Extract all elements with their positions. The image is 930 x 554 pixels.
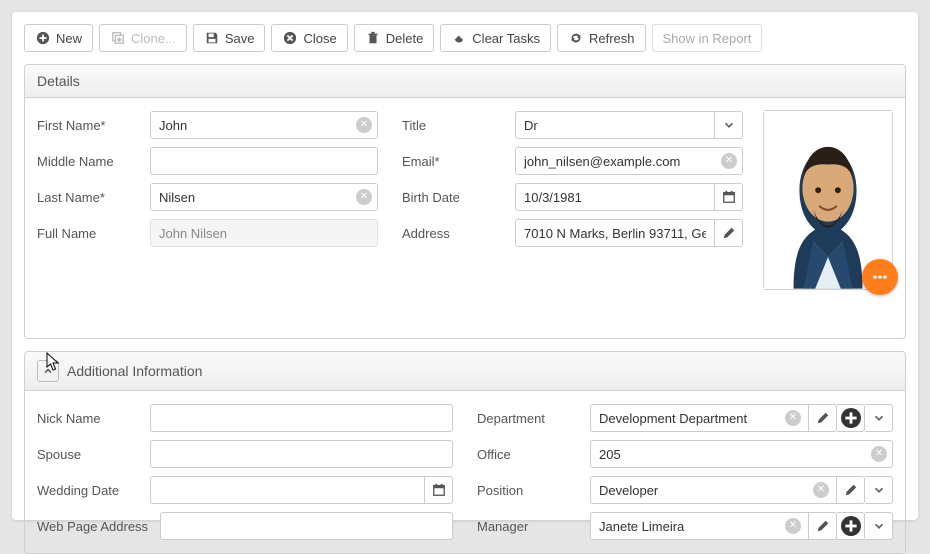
- nick-name-input[interactable]: [150, 404, 453, 432]
- eraser-icon: [451, 30, 467, 46]
- additional-info-title: Additional Information: [67, 363, 202, 379]
- clone-button[interactable]: Clone...: [99, 24, 187, 52]
- manager-dropdown-icon[interactable]: [865, 512, 893, 540]
- manager-edit-icon[interactable]: [809, 512, 837, 540]
- birth-date-label: Birth Date: [402, 190, 507, 205]
- first-name-label: First Name*: [37, 118, 142, 133]
- middle-name-label: Middle Name: [37, 154, 142, 169]
- clone-label: Clone...: [131, 31, 176, 46]
- details-panel: Details First Name* ✕ Mid: [24, 64, 906, 339]
- contact-photo: [763, 110, 893, 290]
- title-input[interactable]: [515, 111, 715, 139]
- last-name-input[interactable]: [150, 183, 378, 211]
- title-dropdown-icon[interactable]: [715, 111, 743, 139]
- ellipsis-icon: [871, 268, 889, 286]
- clear-first-name-icon[interactable]: ✕: [356, 117, 372, 133]
- details-title: Details: [37, 73, 80, 89]
- full-name-label: Full Name: [37, 226, 142, 241]
- save-button[interactable]: Save: [193, 24, 266, 52]
- web-page-label: Web Page Address: [37, 519, 152, 534]
- department-dropdown-icon[interactable]: [865, 404, 893, 432]
- address-edit-icon[interactable]: [715, 219, 743, 247]
- trash-icon: [365, 30, 381, 46]
- nick-name-label: Nick Name: [37, 411, 142, 426]
- toolbar: New Clone... Save Close: [24, 24, 906, 52]
- new-button[interactable]: New: [24, 24, 93, 52]
- refresh-label: Refresh: [589, 31, 635, 46]
- department-label: Department: [477, 411, 582, 426]
- department-add-icon[interactable]: [837, 404, 865, 432]
- manager-add-icon[interactable]: [837, 512, 865, 540]
- show-in-report-label: Show in Report: [663, 31, 752, 46]
- web-page-input[interactable]: [160, 512, 453, 540]
- save-icon: [204, 30, 220, 46]
- email-input[interactable]: [515, 147, 743, 175]
- department-edit-icon[interactable]: [809, 404, 837, 432]
- additional-info-panel: Additional Information Nick Name Departm…: [24, 351, 906, 554]
- delete-button[interactable]: Delete: [354, 24, 435, 52]
- position-label: Position: [477, 483, 582, 498]
- department-input[interactable]: [590, 404, 809, 432]
- clear-position-icon[interactable]: ✕: [813, 482, 829, 498]
- save-label: Save: [225, 31, 255, 46]
- collapse-toggle[interactable]: [37, 360, 59, 382]
- additional-info-header[interactable]: Additional Information: [25, 352, 905, 391]
- title-label: Title: [402, 118, 507, 133]
- clear-department-icon[interactable]: ✕: [785, 410, 801, 426]
- middle-name-input[interactable]: [150, 147, 378, 175]
- first-name-input[interactable]: [150, 111, 378, 139]
- photo-actions-button[interactable]: [862, 259, 898, 295]
- birth-date-input[interactable]: [515, 183, 715, 211]
- last-name-label: Last Name*: [37, 190, 142, 205]
- office-input[interactable]: [590, 440, 893, 468]
- clear-email-icon[interactable]: ✕: [721, 153, 737, 169]
- position-edit-icon[interactable]: [837, 476, 865, 504]
- close-label: Close: [303, 31, 336, 46]
- address-label: Address: [402, 226, 507, 241]
- wedding-date-calendar-icon[interactable]: [425, 476, 453, 504]
- spouse-label: Spouse: [37, 447, 142, 462]
- refresh-icon: [568, 30, 584, 46]
- close-button[interactable]: Close: [271, 24, 347, 52]
- full-name-input: [150, 219, 378, 247]
- clear-last-name-icon[interactable]: ✕: [356, 189, 372, 205]
- details-panel-header: Details: [25, 65, 905, 98]
- position-input[interactable]: [590, 476, 837, 504]
- position-dropdown-icon[interactable]: [865, 476, 893, 504]
- close-circle-icon: [282, 30, 298, 46]
- wedding-date-input[interactable]: [150, 476, 425, 504]
- birth-date-calendar-icon[interactable]: [715, 183, 743, 211]
- new-label: New: [56, 31, 82, 46]
- clone-icon: [110, 30, 126, 46]
- clear-tasks-label: Clear Tasks: [472, 31, 540, 46]
- show-in-report-button[interactable]: Show in Report: [652, 24, 763, 52]
- email-label: Email*: [402, 154, 507, 169]
- delete-label: Delete: [386, 31, 424, 46]
- manager-input[interactable]: [590, 512, 809, 540]
- address-input[interactable]: [515, 219, 715, 247]
- clear-tasks-button[interactable]: Clear Tasks: [440, 24, 551, 52]
- wedding-date-label: Wedding Date: [37, 483, 142, 498]
- manager-label: Manager: [477, 519, 582, 534]
- clear-office-icon[interactable]: ✕: [871, 446, 887, 462]
- plus-circle-icon: [35, 30, 51, 46]
- refresh-button[interactable]: Refresh: [557, 24, 646, 52]
- spouse-input[interactable]: [150, 440, 453, 468]
- office-label: Office: [477, 447, 582, 462]
- chevron-up-icon: [42, 365, 54, 377]
